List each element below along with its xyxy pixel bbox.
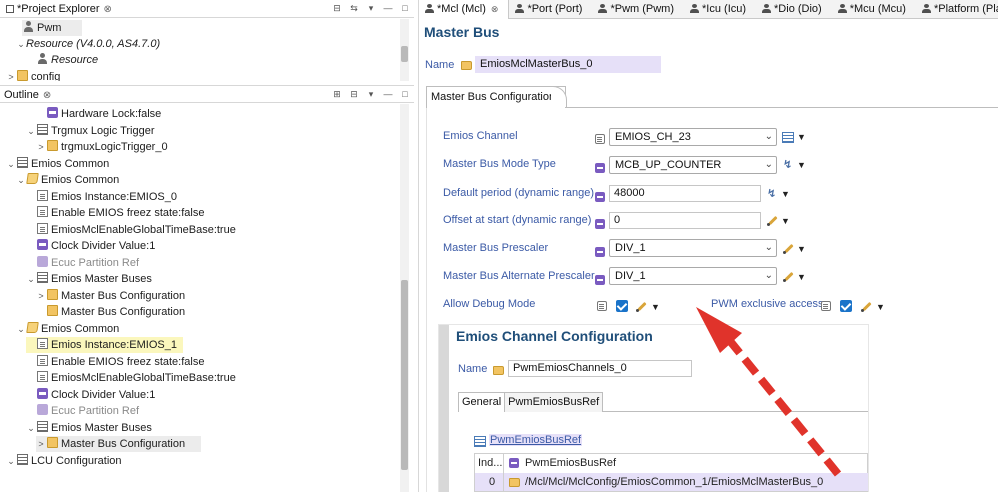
arrow-shaft	[713, 322, 842, 477]
annotation-arrow	[696, 307, 842, 477]
